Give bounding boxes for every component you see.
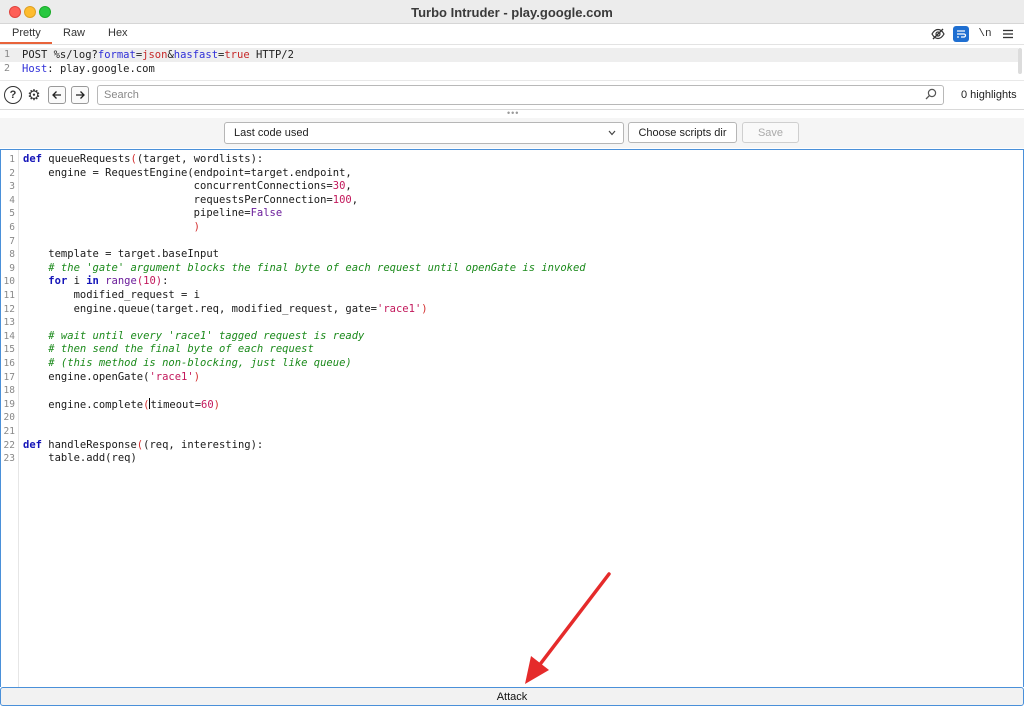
code-line: 10 for i in range(10): (1, 275, 1021, 289)
window-title: Turbo Intruder - play.google.com (411, 5, 613, 20)
request-header-text: Host: play.google.com (22, 63, 155, 75)
line-number: 12 (3, 303, 15, 315)
line-number: 8 (9, 249, 15, 261)
code-line: 15 # then send the final byte of each re… (1, 343, 1021, 357)
line-number: 3 (9, 181, 15, 193)
attack-button[interactable]: Attack (0, 687, 1024, 706)
code-line: 12 engine.queue(target.req, modified_req… (1, 303, 1021, 317)
help-icon[interactable]: ? (4, 86, 22, 104)
code-line: 21 (1, 425, 1021, 439)
script-select-value: Last code used (234, 127, 309, 139)
code-line: 2 engine = RequestEngine(endpoint=target… (1, 167, 1021, 181)
tab-raw[interactable]: Raw (63, 27, 85, 39)
drag-handle-icon[interactable]: ••• (507, 108, 519, 118)
search-input[interactable] (104, 87, 904, 103)
code-line: 19 engine.complete(timeout=60) (1, 397, 1021, 412)
code-line: 18 (1, 384, 1021, 398)
line-number: 17 (3, 371, 15, 383)
tab-pretty[interactable]: Pretty (12, 27, 41, 39)
choose-scripts-dir-button[interactable]: Choose scripts dir (628, 122, 737, 143)
line-number: 18 (3, 385, 15, 397)
search-field[interactable] (97, 85, 944, 105)
script-select[interactable]: Last code used (224, 122, 624, 144)
line-number: 6 (9, 222, 15, 233)
script-controls: Last code used Choose scripts dir Save (0, 118, 1024, 148)
line-number: 7 (9, 235, 15, 247)
line-number: 5 (9, 208, 15, 220)
line-number: 13 (3, 317, 15, 329)
pane-splitter[interactable]: ••• (0, 108, 1024, 118)
request-preview[interactable]: 1 POST %s/log?format=json&hasfast=true H… (0, 46, 1024, 78)
line-number: 4 (9, 194, 15, 206)
save-button[interactable]: Save (742, 122, 799, 143)
line-number: 19 (3, 398, 15, 410)
line-number: 23 (3, 453, 15, 465)
line-number: 20 (3, 412, 15, 424)
line-number: 21 (3, 426, 15, 437)
request-line: 1 POST %s/log?format=json&hasfast=true H… (0, 48, 1018, 62)
code-editor[interactable]: 1 def queueRequests((target, wordlists):… (0, 149, 1024, 687)
request-header-line: 2 Host: play.google.com (0, 62, 1018, 76)
chevron-down-icon (607, 125, 617, 144)
code-line: 1 def queueRequests((target, wordlists): (1, 153, 1021, 167)
arrow-left-icon[interactable] (48, 86, 66, 104)
code-line: 13 (1, 316, 1021, 330)
line-number: 10 (3, 276, 15, 288)
line-number: 1 (4, 49, 11, 60)
line-number: 11 (3, 290, 15, 301)
code-line: 22 def handleResponse((req, interesting)… (1, 439, 1021, 453)
hamburger-menu-icon[interactable] (1000, 26, 1016, 42)
turbo-intruder-window: Turbo Intruder - play.google.com Pretty … (0, 0, 1024, 706)
active-tab-indicator (0, 42, 52, 44)
eye-slash-icon[interactable] (930, 26, 946, 42)
request-scrollbar[interactable] (1018, 48, 1022, 74)
code-line: 23 table.add(req) (1, 452, 1021, 466)
title-bar: Turbo Intruder - play.google.com (0, 0, 1024, 24)
line-number: 1 (9, 154, 15, 165)
request-line-text: POST %s/log?format=json&hasfast=true HTT… (22, 49, 294, 61)
code-line: 16 # (this method is non-blocking, just … (1, 357, 1021, 371)
code-line: 9 # the 'gate' argument blocks the final… (1, 262, 1021, 276)
search-icon[interactable] (925, 88, 937, 103)
code-line: 14 # wait until every 'race1' tagged req… (1, 330, 1021, 344)
code-line: 3 concurrentConnections=30, (1, 180, 1021, 194)
code-line: 5 pipeline=False (1, 207, 1021, 221)
code-line: 8 template = target.baseInput (1, 248, 1021, 262)
search-toolbar: ? ⚙ 0 highlights (0, 80, 1024, 108)
line-number: 2 (9, 167, 15, 179)
code-line: 11 modified_request = i (1, 289, 1021, 303)
highlights-count: 0 highlights (961, 89, 1017, 101)
line-number: 15 (3, 344, 15, 356)
code-line: 20 (1, 411, 1021, 425)
wrap-lines-icon[interactable] (953, 26, 969, 42)
gear-icon[interactable]: ⚙ (25, 86, 43, 104)
line-number: 22 (3, 439, 15, 451)
view-tabs: Pretty Raw Hex \n (0, 24, 1024, 45)
code-line: 4 requestsPerConnection=100, (1, 194, 1021, 208)
code-line: 17 engine.openGate('race1') (1, 371, 1021, 385)
line-number: 2 (4, 63, 11, 74)
code-line: 6 ) (1, 221, 1021, 235)
arrow-right-icon[interactable] (71, 86, 89, 104)
tab-hex[interactable]: Hex (108, 27, 128, 39)
line-number: 9 (9, 262, 15, 274)
line-number: 14 (3, 330, 15, 342)
newline-toggle-icon[interactable]: \n (977, 26, 993, 42)
code-line: 7 (1, 235, 1021, 249)
line-number: 16 (3, 358, 15, 369)
